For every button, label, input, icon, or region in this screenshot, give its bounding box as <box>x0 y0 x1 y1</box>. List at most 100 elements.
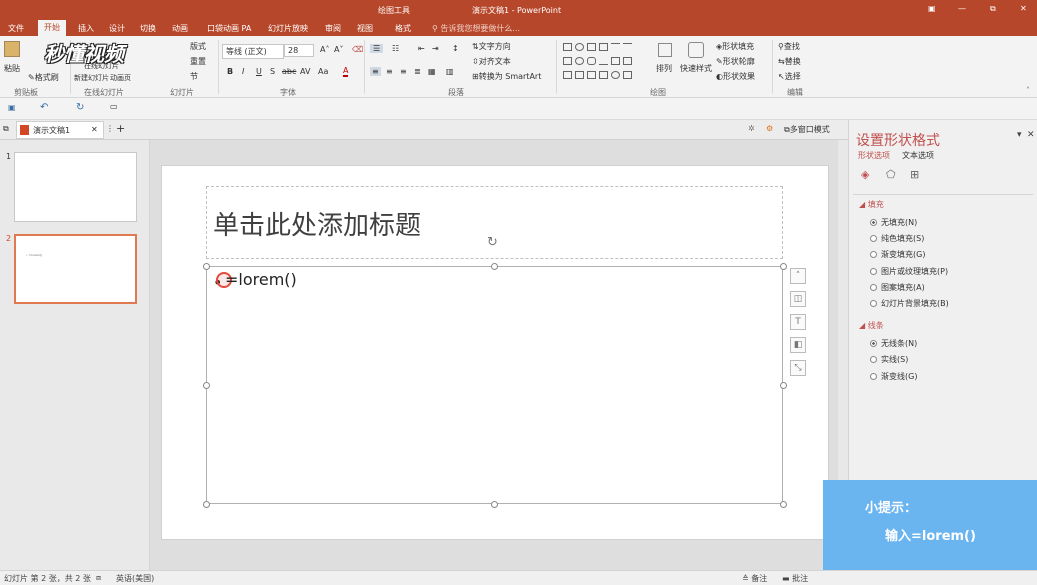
line-option-gradient[interactable]: 渐变线(G) <box>870 371 917 382</box>
rotate-handle-icon[interactable]: ↻ <box>487 235 498 250</box>
fill-option-none[interactable]: 无填充(N) <box>870 217 917 228</box>
tab-design[interactable]: 设计 <box>109 23 125 34</box>
smartart-button[interactable]: ⊞转换为 SmartArt <box>472 71 541 82</box>
font-name-select[interactable]: 等线 (正文) <box>222 44 284 59</box>
textbox-icon[interactable] <box>587 43 596 51</box>
align-right-icon[interactable]: ≡ <box>400 67 407 76</box>
font-size-select[interactable]: 28 <box>284 44 314 57</box>
close-tab-icon[interactable]: ✕ <box>91 125 98 134</box>
align-center-icon[interactable]: ≡ <box>386 67 393 76</box>
star-icon[interactable] <box>623 71 632 79</box>
clear-format-icon[interactable]: ⌫ <box>352 45 363 54</box>
tab-menu-icon[interactable]: ⋮ <box>106 124 114 133</box>
notes-button[interactable]: ≙ 备注 <box>742 573 767 584</box>
tab-slideshow[interactable]: 幻灯片放映 <box>268 23 308 34</box>
line-icon[interactable] <box>611 43 620 51</box>
increase-indent-icon[interactable]: ⇥ <box>432 44 439 53</box>
rounded-rect-icon[interactable] <box>587 57 596 65</box>
tell-me-search[interactable]: ⚲ 告诉我您想要做什么... <box>432 23 520 34</box>
font-color-button[interactable]: A <box>343 66 349 77</box>
bold-button[interactable]: B <box>227 67 233 76</box>
tab-animations[interactable]: 动画 <box>172 23 188 34</box>
language-status[interactable]: 英语(美国) <box>116 573 154 584</box>
italic-button[interactable]: I <box>242 67 244 76</box>
connector-icon[interactable] <box>611 57 620 65</box>
tab-list-icon[interactable]: ⧉ <box>3 124 9 134</box>
columns-icon[interactable]: ▥ <box>446 67 454 76</box>
slide-thumbnail[interactable] <box>14 152 137 222</box>
fill-option-gradient[interactable]: 渐变填充(G) <box>870 249 925 260</box>
circle-icon[interactable] <box>575 57 584 65</box>
text-direction-button[interactable]: ⇅文字方向 <box>472 41 511 52</box>
elbow-connector-icon[interactable] <box>623 57 632 65</box>
multi-window-button[interactable]: ⧉多窗口模式 <box>784 124 830 135</box>
quick-styles-button[interactable]: 快速样式 <box>680 63 712 74</box>
resize-handle[interactable] <box>203 263 210 270</box>
doc-tab[interactable]: 演示文稿1 ✕ <box>16 121 104 139</box>
resize-handle[interactable] <box>203 501 210 508</box>
close-button[interactable]: ✕ <box>1020 4 1027 13</box>
gear-icon[interactable]: ⚙ <box>766 124 773 133</box>
tab-file[interactable]: 文件 <box>8 23 24 34</box>
fill-option-picture[interactable]: 图片或纹理填充(P) <box>870 266 948 277</box>
line-option-solid[interactable]: 实线(S) <box>870 354 908 365</box>
left-arrow-icon[interactable] <box>587 71 596 79</box>
brace-icon[interactable] <box>599 71 608 79</box>
fill-line-icon[interactable]: ◈ <box>861 168 869 181</box>
resize-handle[interactable] <box>780 263 787 270</box>
tab-transitions[interactable]: 切换 <box>140 23 156 34</box>
tab-review[interactable]: 审阅 <box>325 23 341 34</box>
strikethrough-button[interactable]: abc <box>282 67 296 76</box>
animation-page-button[interactable]: 动画页 <box>110 73 131 83</box>
fill-section-header[interactable]: ◢ 填充 <box>859 199 884 210</box>
tab-home[interactable]: 开始 <box>38 20 66 36</box>
layout-options-icon[interactable]: ◫ <box>790 291 806 307</box>
arc-icon[interactable] <box>611 71 620 79</box>
crop-icon[interactable]: ⤡ <box>790 360 806 376</box>
triangle-icon[interactable] <box>599 57 608 65</box>
maximize-button[interactable]: ⧉ <box>990 4 996 14</box>
line-option-none[interactable]: 无线条(N) <box>870 338 917 349</box>
oval-icon[interactable] <box>575 43 584 51</box>
arrange-button[interactable]: 排列 <box>656 63 672 74</box>
spellcheck-icon[interactable]: ⧈ <box>96 573 101 583</box>
resize-handle[interactable] <box>491 501 498 508</box>
numbering-icon[interactable]: ☷ <box>392 44 399 53</box>
tab-pocket-animation[interactable]: 口袋动画 PA <box>207 23 251 34</box>
new-slide-button[interactable]: 新建幻灯片 <box>74 73 109 83</box>
resize-handle[interactable] <box>203 382 210 389</box>
pane-menu-icon[interactable]: ▾ <box>1017 130 1022 140</box>
fill-option-pattern[interactable]: 图案填充(A) <box>870 282 925 293</box>
align-text-button[interactable]: ⇳对齐文本 <box>472 56 511 67</box>
size-properties-icon[interactable]: ⊞ <box>910 168 919 181</box>
format-painter-button[interactable]: ✎格式刷 <box>28 72 59 83</box>
find-button[interactable]: ⚲查找 <box>778 41 800 52</box>
shapes-gallery[interactable] <box>561 41 651 85</box>
redo-icon[interactable]: ↻ <box>76 102 84 113</box>
resize-handle[interactable] <box>780 501 787 508</box>
undo-icon[interactable]: ↶ <box>40 102 48 113</box>
resize-handle[interactable] <box>491 263 498 270</box>
tab-view[interactable]: 视图 <box>357 23 373 34</box>
underline-button[interactable]: U <box>256 67 262 76</box>
shape-style-icon[interactable]: ◧ <box>790 337 806 353</box>
bullets-icon[interactable]: ☰ <box>370 44 384 53</box>
arrow-icon[interactable] <box>623 43 632 51</box>
line-section-header[interactable]: ◢ 线条 <box>859 320 884 331</box>
layout-button[interactable]: 版式 <box>190 41 206 52</box>
new-tab-icon[interactable]: + <box>116 122 125 135</box>
reset-button[interactable]: 重置 <box>190 56 206 67</box>
comments-button[interactable]: ▬ 批注 <box>782 573 808 584</box>
align-left-icon[interactable]: ≡ <box>370 67 381 76</box>
decrease-indent-icon[interactable]: ⇤ <box>418 44 425 53</box>
textbox-vertical-icon[interactable] <box>599 43 608 51</box>
slide-thumbnail-selected[interactable]: • =lorem() <box>14 234 137 304</box>
grow-font-icon[interactable]: A˄ <box>320 45 329 54</box>
save-icon[interactable]: ▣ <box>8 103 16 112</box>
select-button[interactable]: ↖选择 <box>778 71 801 82</box>
shape-effects-button[interactable]: ◐形状效果 <box>716 71 755 82</box>
change-case-button[interactable]: Aa <box>318 67 328 76</box>
settings-icon[interactable]: ✲ <box>748 124 755 133</box>
tab-shape-options[interactable]: 形状选项 <box>858 150 890 161</box>
collapse-ribbon-icon[interactable]: ˄ <box>1026 86 1030 95</box>
